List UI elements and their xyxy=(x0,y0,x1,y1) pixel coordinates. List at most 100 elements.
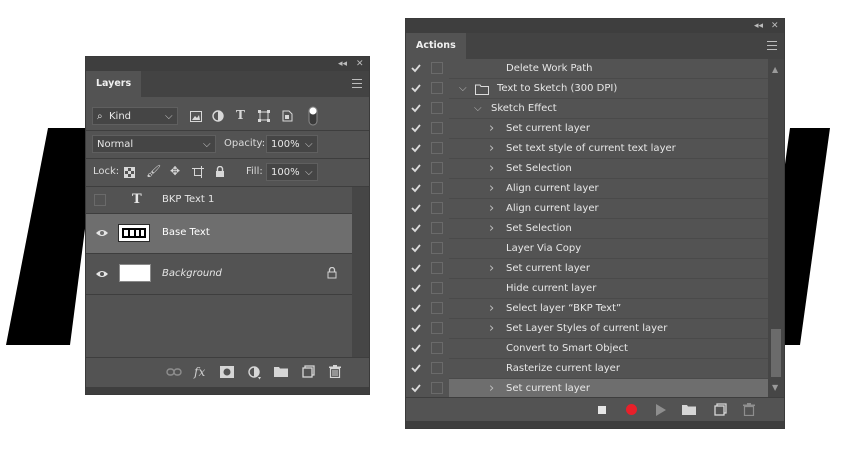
dialog-toggle-box[interactable] xyxy=(431,342,443,354)
new-action-icon[interactable] xyxy=(714,403,727,416)
chevron-right-icon[interactable]: › xyxy=(489,119,494,139)
action-row[interactable]: › Align current layer xyxy=(406,199,768,219)
action-row[interactable]: Rasterize current layer xyxy=(406,359,768,379)
actions-scroll-thumb[interactable] xyxy=(771,329,781,377)
checkmark-icon[interactable] xyxy=(411,83,421,93)
checkmark-icon[interactable] xyxy=(411,183,421,193)
checkmark-icon[interactable] xyxy=(411,223,421,233)
action-row[interactable]: Layer Via Copy xyxy=(406,239,768,259)
chevron-down-icon[interactable]: ⌵ xyxy=(305,164,313,182)
action-row[interactable]: › Set current layer xyxy=(406,119,768,139)
chevron-right-icon[interactable]: › xyxy=(489,259,494,279)
lock-artboard-icon[interactable] xyxy=(192,166,204,178)
lock-all-icon[interactable] xyxy=(215,166,225,178)
mask-icon[interactable] xyxy=(220,366,234,378)
dialog-toggle-box[interactable] xyxy=(431,282,443,294)
chevron-right-icon[interactable]: › xyxy=(489,179,494,199)
opacity-field[interactable]: 100% ⌵ xyxy=(266,135,318,153)
dialog-toggle-box[interactable] xyxy=(431,322,443,334)
action-row[interactable]: Hide current layer xyxy=(406,279,768,299)
chevron-right-icon[interactable]: › xyxy=(489,219,494,239)
action-row[interactable]: › Set Selection xyxy=(406,219,768,239)
checkmark-icon[interactable] xyxy=(411,283,421,293)
checkmark-icon[interactable] xyxy=(411,263,421,273)
checkmark-icon[interactable] xyxy=(411,143,421,153)
filter-toggle-icon[interactable] xyxy=(308,106,318,126)
chevron-down-icon[interactable]: ⌵ xyxy=(305,136,313,154)
dialog-toggle-box[interactable] xyxy=(431,302,443,314)
folder-icon[interactable] xyxy=(274,366,288,377)
checkmark-icon[interactable] xyxy=(411,243,421,253)
filter-pixel-icon[interactable] xyxy=(190,111,202,122)
tab-actions[interactable]: Actions xyxy=(406,33,466,59)
checkmark-icon[interactable] xyxy=(411,203,421,213)
fill-field[interactable]: 100% ⌵ xyxy=(266,163,318,181)
panel-menu-icon[interactable] xyxy=(767,41,777,50)
fx-icon[interactable]: fx xyxy=(194,365,205,379)
visibility-toggle-empty[interactable] xyxy=(94,194,106,206)
action-row[interactable]: › Align current layer xyxy=(406,179,768,199)
dialog-toggle-box[interactable] xyxy=(431,122,443,134)
eye-icon[interactable] xyxy=(95,228,109,238)
folder-icon[interactable] xyxy=(682,404,696,415)
action-row[interactable]: › Set Selection xyxy=(406,159,768,179)
layer-row-background[interactable]: Background xyxy=(86,254,352,294)
scroll-up-icon[interactable]: ▲ xyxy=(772,65,778,74)
checkmark-icon[interactable] xyxy=(411,103,421,113)
collapse-icon[interactable]: ◂◂ xyxy=(754,20,763,32)
filter-shape-icon[interactable] xyxy=(258,110,270,122)
dialog-toggle-box[interactable] xyxy=(431,82,443,94)
chevron-right-icon[interactable]: › xyxy=(489,199,494,219)
chevron-right-icon[interactable]: › xyxy=(489,139,494,159)
checkmark-icon[interactable] xyxy=(411,323,421,333)
action-row[interactable]: › Set text style of current text layer xyxy=(406,139,768,159)
chevron-down-icon[interactable]: ⌵ xyxy=(459,79,467,99)
dialog-toggle-box[interactable] xyxy=(431,162,443,174)
checkmark-icon[interactable] xyxy=(411,123,421,133)
dialog-toggle-box[interactable] xyxy=(431,222,443,234)
tab-layers[interactable]: Layers xyxy=(86,71,142,97)
new-layer-icon[interactable] xyxy=(302,365,315,378)
record-icon[interactable] xyxy=(626,404,637,415)
play-icon[interactable] xyxy=(656,404,666,416)
trash-icon[interactable] xyxy=(743,403,755,416)
checkmark-icon[interactable] xyxy=(411,63,421,73)
link-icon[interactable] xyxy=(166,367,182,377)
chevron-right-icon[interactable]: › xyxy=(489,379,494,397)
actions-scrollbar[interactable]: ▲ ▼ xyxy=(768,59,784,397)
dialog-toggle-box[interactable] xyxy=(431,62,443,74)
dialog-toggle-box[interactable] xyxy=(431,182,443,194)
action-row[interactable]: › Set current layer xyxy=(406,259,768,279)
lock-transparent-icon[interactable] xyxy=(124,167,135,178)
collapse-icon[interactable]: ◂◂ xyxy=(338,58,347,70)
action-row[interactable]: Delete Work Path xyxy=(406,59,768,79)
action-row[interactable]: › Select layer “BKP Text” xyxy=(406,299,768,319)
stop-icon[interactable] xyxy=(598,406,606,414)
dialog-toggle-box[interactable] xyxy=(431,382,443,394)
layers-scrollbar[interactable] xyxy=(352,187,369,385)
action-row[interactable]: ⌵ Text to Sketch (300 DPI) xyxy=(406,79,768,99)
filter-kind-select[interactable]: ⌕ Kind ⌵ xyxy=(92,107,178,125)
checkmark-icon[interactable] xyxy=(411,303,421,313)
filter-smart-object-icon[interactable] xyxy=(282,110,293,122)
trash-icon[interactable] xyxy=(329,365,341,378)
chevron-right-icon[interactable]: › xyxy=(489,159,494,179)
chevron-down-icon[interactable]: ⌵ xyxy=(474,99,482,119)
filter-adjustment-icon[interactable] xyxy=(212,110,224,122)
lock-brush-icon[interactable]: 🖌 xyxy=(146,164,161,178)
close-icon[interactable]: ✕ xyxy=(771,20,779,32)
action-row[interactable]: ⌵ Sketch Effect xyxy=(406,99,768,119)
close-icon[interactable]: ✕ xyxy=(356,58,364,70)
dialog-toggle-box[interactable] xyxy=(431,242,443,254)
chevron-right-icon[interactable]: › xyxy=(489,299,494,319)
checkmark-icon[interactable] xyxy=(411,363,421,373)
action-row[interactable]: Convert to Smart Object xyxy=(406,339,768,359)
checkmark-icon[interactable] xyxy=(411,383,421,393)
dialog-toggle-box[interactable] xyxy=(431,262,443,274)
adjustment-icon[interactable] xyxy=(248,366,262,380)
layer-row-base-text[interactable]: Base Text xyxy=(86,214,352,253)
checkmark-icon[interactable] xyxy=(411,163,421,173)
dialog-toggle-box[interactable] xyxy=(431,362,443,374)
filter-type-icon[interactable]: T xyxy=(236,108,245,122)
action-row[interactable]: › Set current layer xyxy=(406,379,768,397)
